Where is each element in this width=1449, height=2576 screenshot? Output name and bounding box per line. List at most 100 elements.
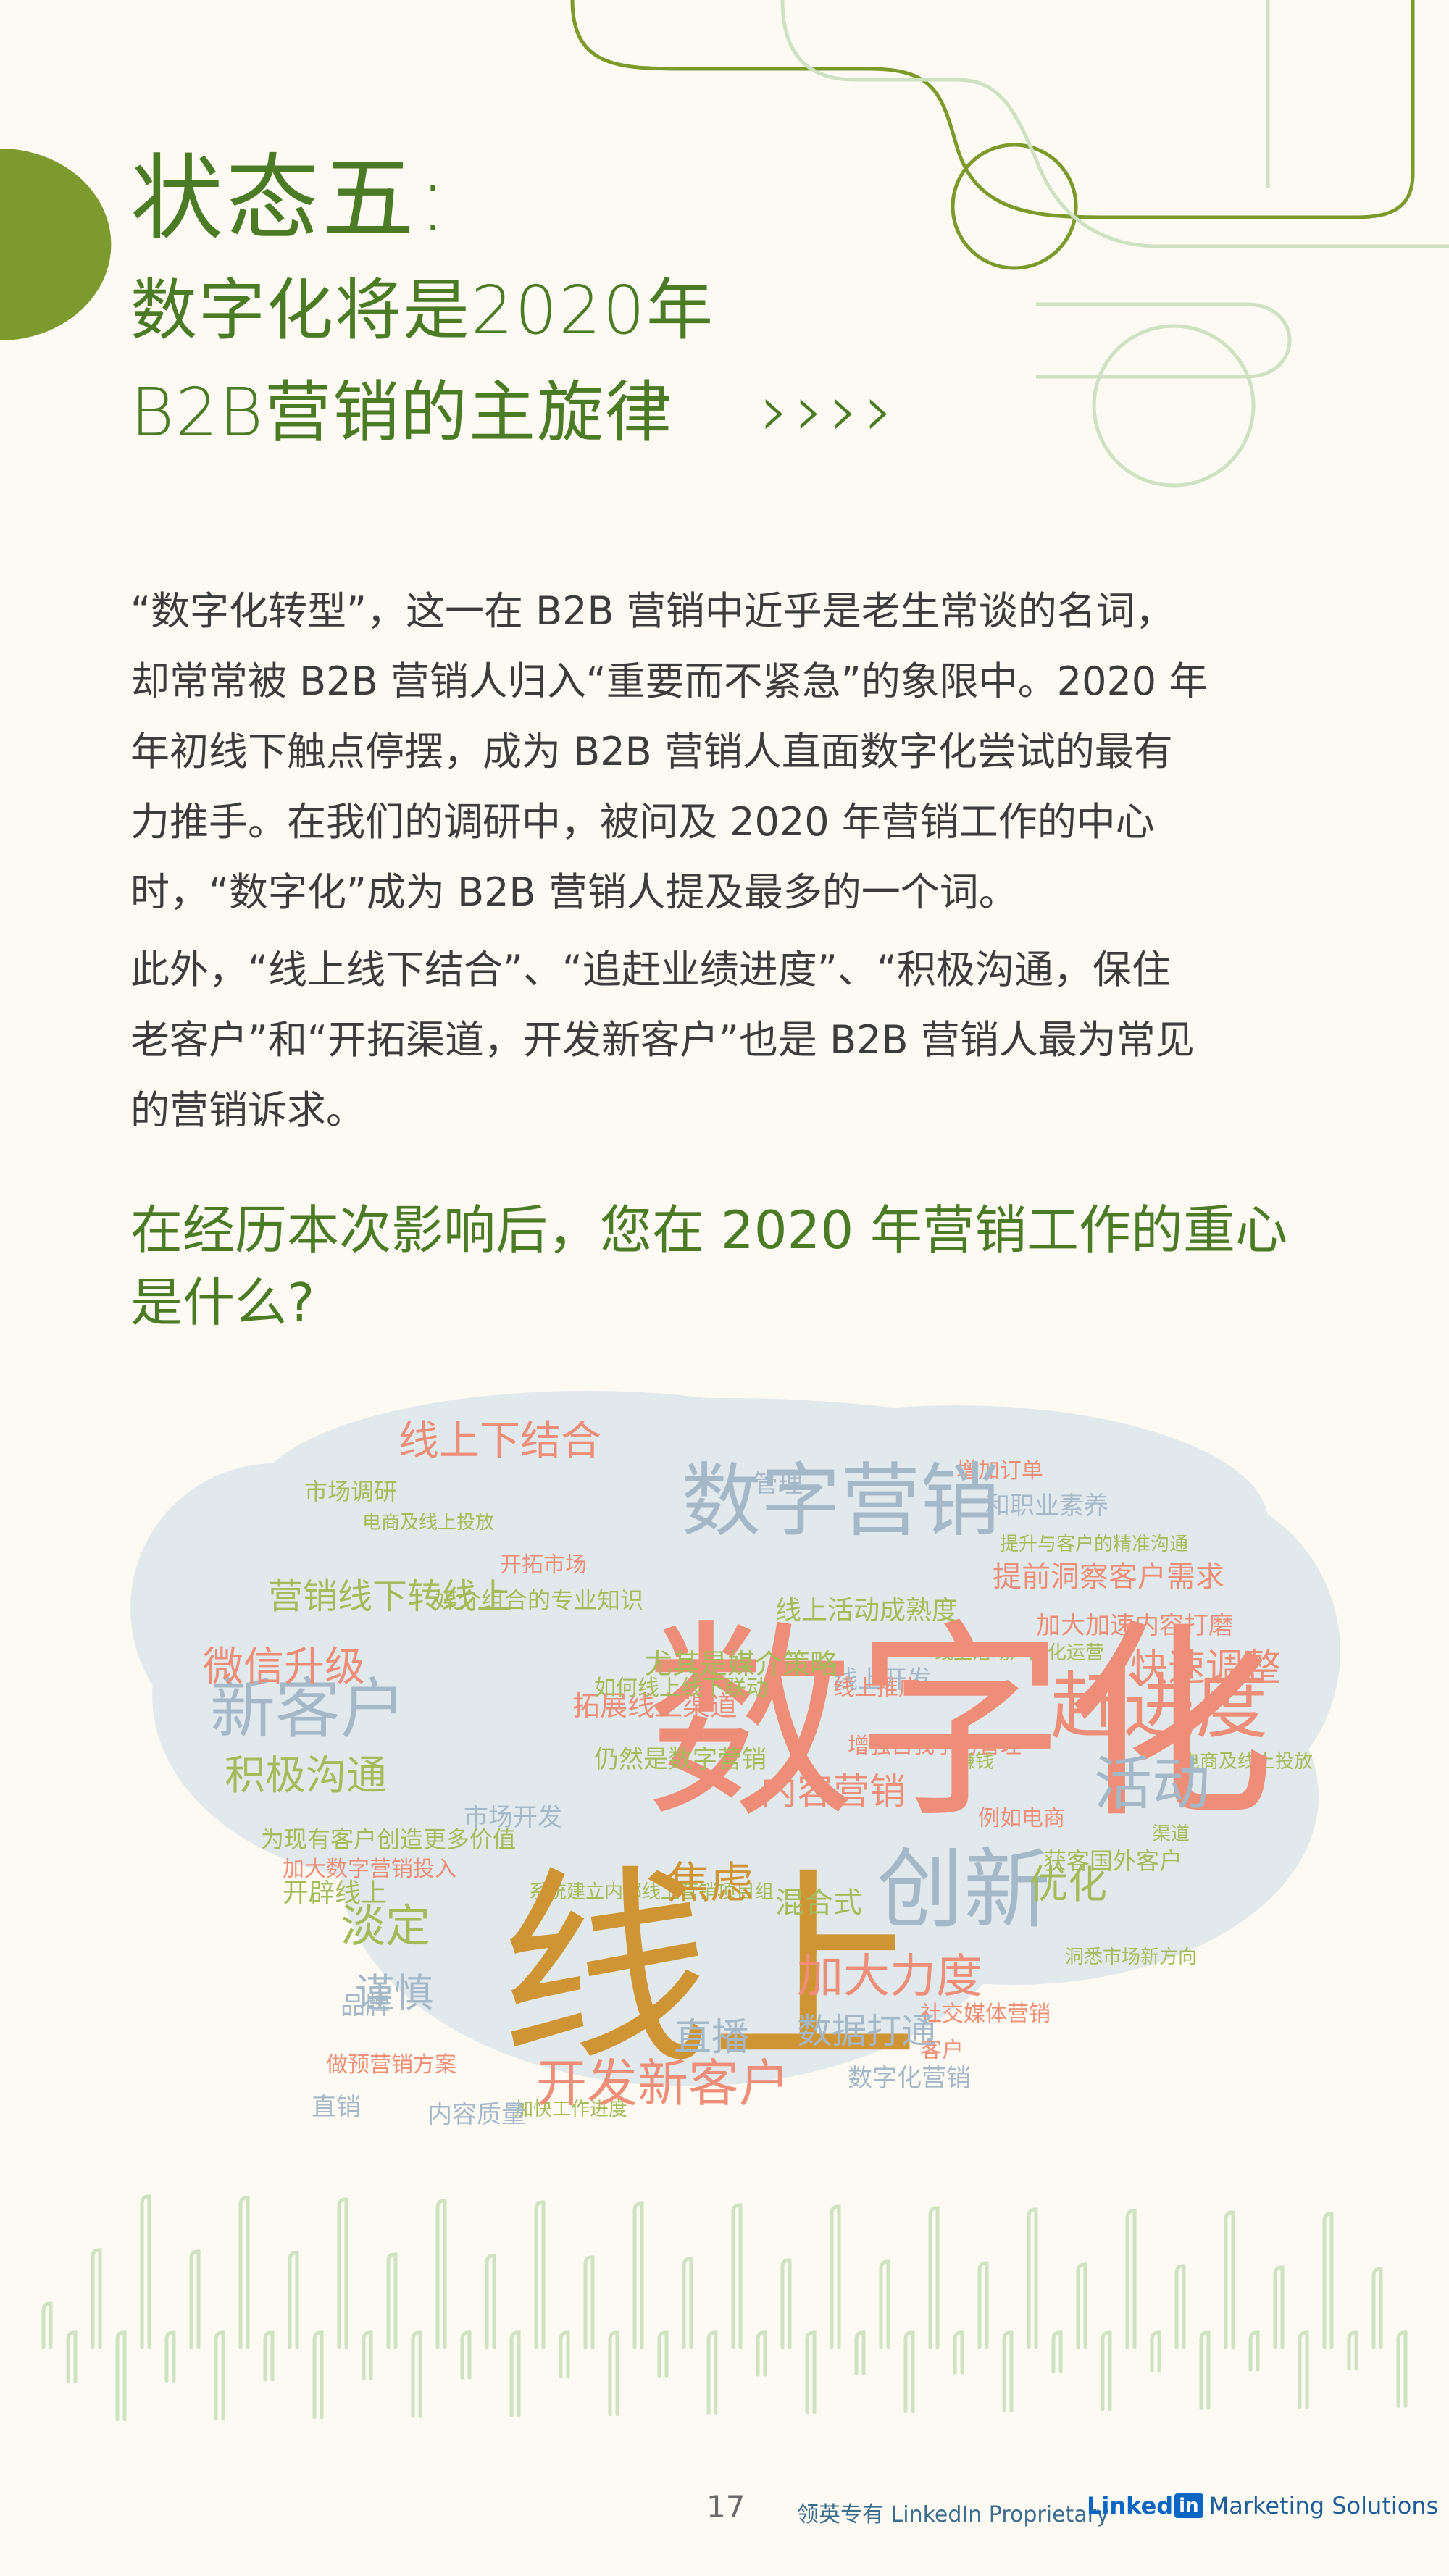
section-heading: 状态五: 数字化将是2020年 B2B营销的主旋律 ›››› (130, 145, 899, 456)
word-cloud-word: 开发新客户 (536, 2054, 790, 2113)
word-cloud-word: 活动 (1094, 1750, 1210, 1818)
wave-bar (189, 2249, 201, 2349)
survey-question: 在经历本次影响后，您在 2020 年营销工作的重心 是什么? (130, 1194, 1362, 1339)
wave-bar (1273, 2265, 1285, 2349)
wave-bar (66, 2330, 78, 2384)
word-cloud-word: 数据打通 (797, 2011, 936, 2052)
body-paragraph-1: “数字化转型”，这一在 B2B 营销中近乎是老生常谈的名词， 却常常被 B2B … (130, 576, 1319, 927)
wave-bar (632, 2201, 644, 2349)
linkedin-in-icon: in (1174, 2493, 1203, 2518)
wave-bar (312, 2330, 324, 2420)
wave-bar (780, 2258, 792, 2349)
wave-bar (164, 2330, 176, 2383)
wave-bar (1174, 2264, 1186, 2349)
word-cloud-word: 线上下结合 (398, 1418, 601, 1465)
wave-bar (583, 2255, 595, 2349)
word-cloud-word: 社交媒体营销 (920, 2002, 1051, 2027)
wave-bar (1322, 2212, 1334, 2349)
wave-bar (731, 2203, 743, 2349)
paragraph-line: 的营销诉求。 (130, 1087, 365, 1133)
word-cloud-word: 数字营销 (681, 1455, 1000, 1547)
word-cloud-word: 直播 (674, 2016, 749, 2059)
wave-bar (805, 2330, 817, 2414)
wave-bar (903, 2330, 915, 2413)
wave-bar (435, 2199, 447, 2349)
word-cloud-word: 微信升级 (203, 1644, 365, 1691)
brand-suffix: Marketing Solutions (1208, 2492, 1439, 2519)
wave-bar (1076, 2262, 1087, 2349)
word-cloud-word: 为现有客户创造更多价值 (261, 1826, 516, 1853)
wave-bar (1027, 2207, 1038, 2349)
wave-bar (238, 2196, 250, 2349)
wave-bar (706, 2330, 718, 2415)
word-cloud-word: 获客国外客户 (1043, 1847, 1182, 1875)
wave-bar (41, 2301, 53, 2349)
word-cloud-word: 直销 (312, 2093, 361, 2122)
word-cloud-word: 谨慎 (355, 1970, 433, 2016)
wave-bar (559, 2330, 570, 2379)
word-cloud-word: 混合式 (775, 1886, 862, 1920)
word-cloud-word: 加大加速内容打磨 (1036, 1611, 1233, 1640)
question-line: 是什么? (130, 1272, 315, 1333)
word-cloud-word: 如何线上线下联动 (594, 1676, 768, 1701)
wave-bar (756, 2330, 767, 2377)
paragraph-line: “数字化转型”，这一在 B2B 营销中近乎是老生常谈的名词， (130, 588, 1174, 634)
wave-bar (1396, 2330, 1408, 2408)
brand-linked: Linked (1087, 2492, 1174, 2519)
wave-bar (1002, 2330, 1014, 2412)
proprietary-label: 领英专有 LinkedIn Proprietary (797, 2502, 1109, 2527)
word-cloud-word: 内容质量 (427, 2100, 526, 2129)
word-cloud-word: 线上活动成熟度 (775, 1596, 958, 1626)
paragraph-line: 却常常被 B2B 营销人归入“重要而不紧急”的象限中。2020 年 (130, 658, 1208, 704)
wave-bar (140, 2194, 151, 2349)
word-cloud-word: 洞悉市场新方向 (1065, 1946, 1197, 1968)
word-cloud-word: 电商及线上投放 (362, 1512, 494, 1534)
green-half-circle (0, 149, 112, 340)
word-cloud-word: 内容营销 (761, 1770, 906, 1812)
word-cloud-word: 开辟线上 (283, 1878, 387, 1908)
wave-bar (214, 2330, 225, 2420)
word-cloud-word: 开拓市场 (500, 1552, 587, 1578)
wave-bar (1298, 2330, 1309, 2409)
word-cloud-word: 市场调研 (304, 1478, 397, 1505)
word-cloud-word: 焦虑 (667, 1858, 753, 1909)
wave-bar (362, 2330, 373, 2381)
wave-bar (1125, 2209, 1137, 2349)
wave-bar (534, 2200, 546, 2349)
wave-bar (91, 2248, 102, 2349)
wave-bar (682, 2257, 693, 2349)
wave-bar (460, 2330, 472, 2380)
wave-bar (509, 2330, 521, 2417)
word-cloud: 电商及线上投放增加订单和职业素养提升与客户的精准沟通开拓市场管理线上活动产品化运… (130, 1391, 1340, 2129)
paragraph-line: 老客户”和“开拓渠道，开发新客户”也是 B2B 营销人最为常见 (130, 1017, 1195, 1063)
word-cloud-word: 加大力度 (797, 1950, 982, 2004)
word-cloud-word: 媒介组合的专业知识 (435, 1586, 643, 1614)
wave-bar (977, 2261, 989, 2349)
word-cloud-word: 加大数字营销投入 (283, 1857, 456, 1882)
wave-bar (830, 2204, 841, 2349)
paragraph-line: 此外，“线上线下结合”、“追赶业绩进度”、“积极沟通，保住 (130, 947, 1171, 992)
wave-bar (263, 2330, 275, 2382)
wave-bar (1371, 2267, 1383, 2349)
wave-bar (337, 2197, 348, 2349)
wave-bar (854, 2330, 866, 2376)
linkedin-logo: Linked in Marketing Solutions (1087, 2492, 1438, 2519)
wave-bar (1199, 2330, 1211, 2410)
wave-bar (1051, 2330, 1063, 2374)
word-cloud-word: 提前洞察客户需求 (993, 1560, 1224, 1594)
word-cloud-word: 快速调整 (1130, 1647, 1281, 1690)
wave-bar (657, 2330, 669, 2378)
body-paragraph-2: 此外，“线上线下结合”、“追赶业绩进度”、“积极沟通，保住 老客户”和“开拓渠道… (130, 934, 1319, 1145)
wave-bar (928, 2206, 940, 2349)
wave-bar (1248, 2330, 1260, 2372)
section-subtitle-line2: B2B营销的主旋律 ›››› (130, 368, 899, 453)
sound-wave-bars (41, 2194, 1408, 2422)
wave-bar (1150, 2330, 1161, 2372)
wave-bar (485, 2254, 496, 2349)
word-cloud-word: 提升与客户的精准沟通 (1000, 1534, 1188, 1555)
word-cloud-word: 创新 (877, 1840, 1051, 1941)
wave-bar (608, 2330, 619, 2417)
section-title: 状态五: (130, 145, 452, 253)
wave-bar (1224, 2210, 1235, 2349)
word-cloud-word: 做预营销方案 (326, 2052, 456, 2078)
